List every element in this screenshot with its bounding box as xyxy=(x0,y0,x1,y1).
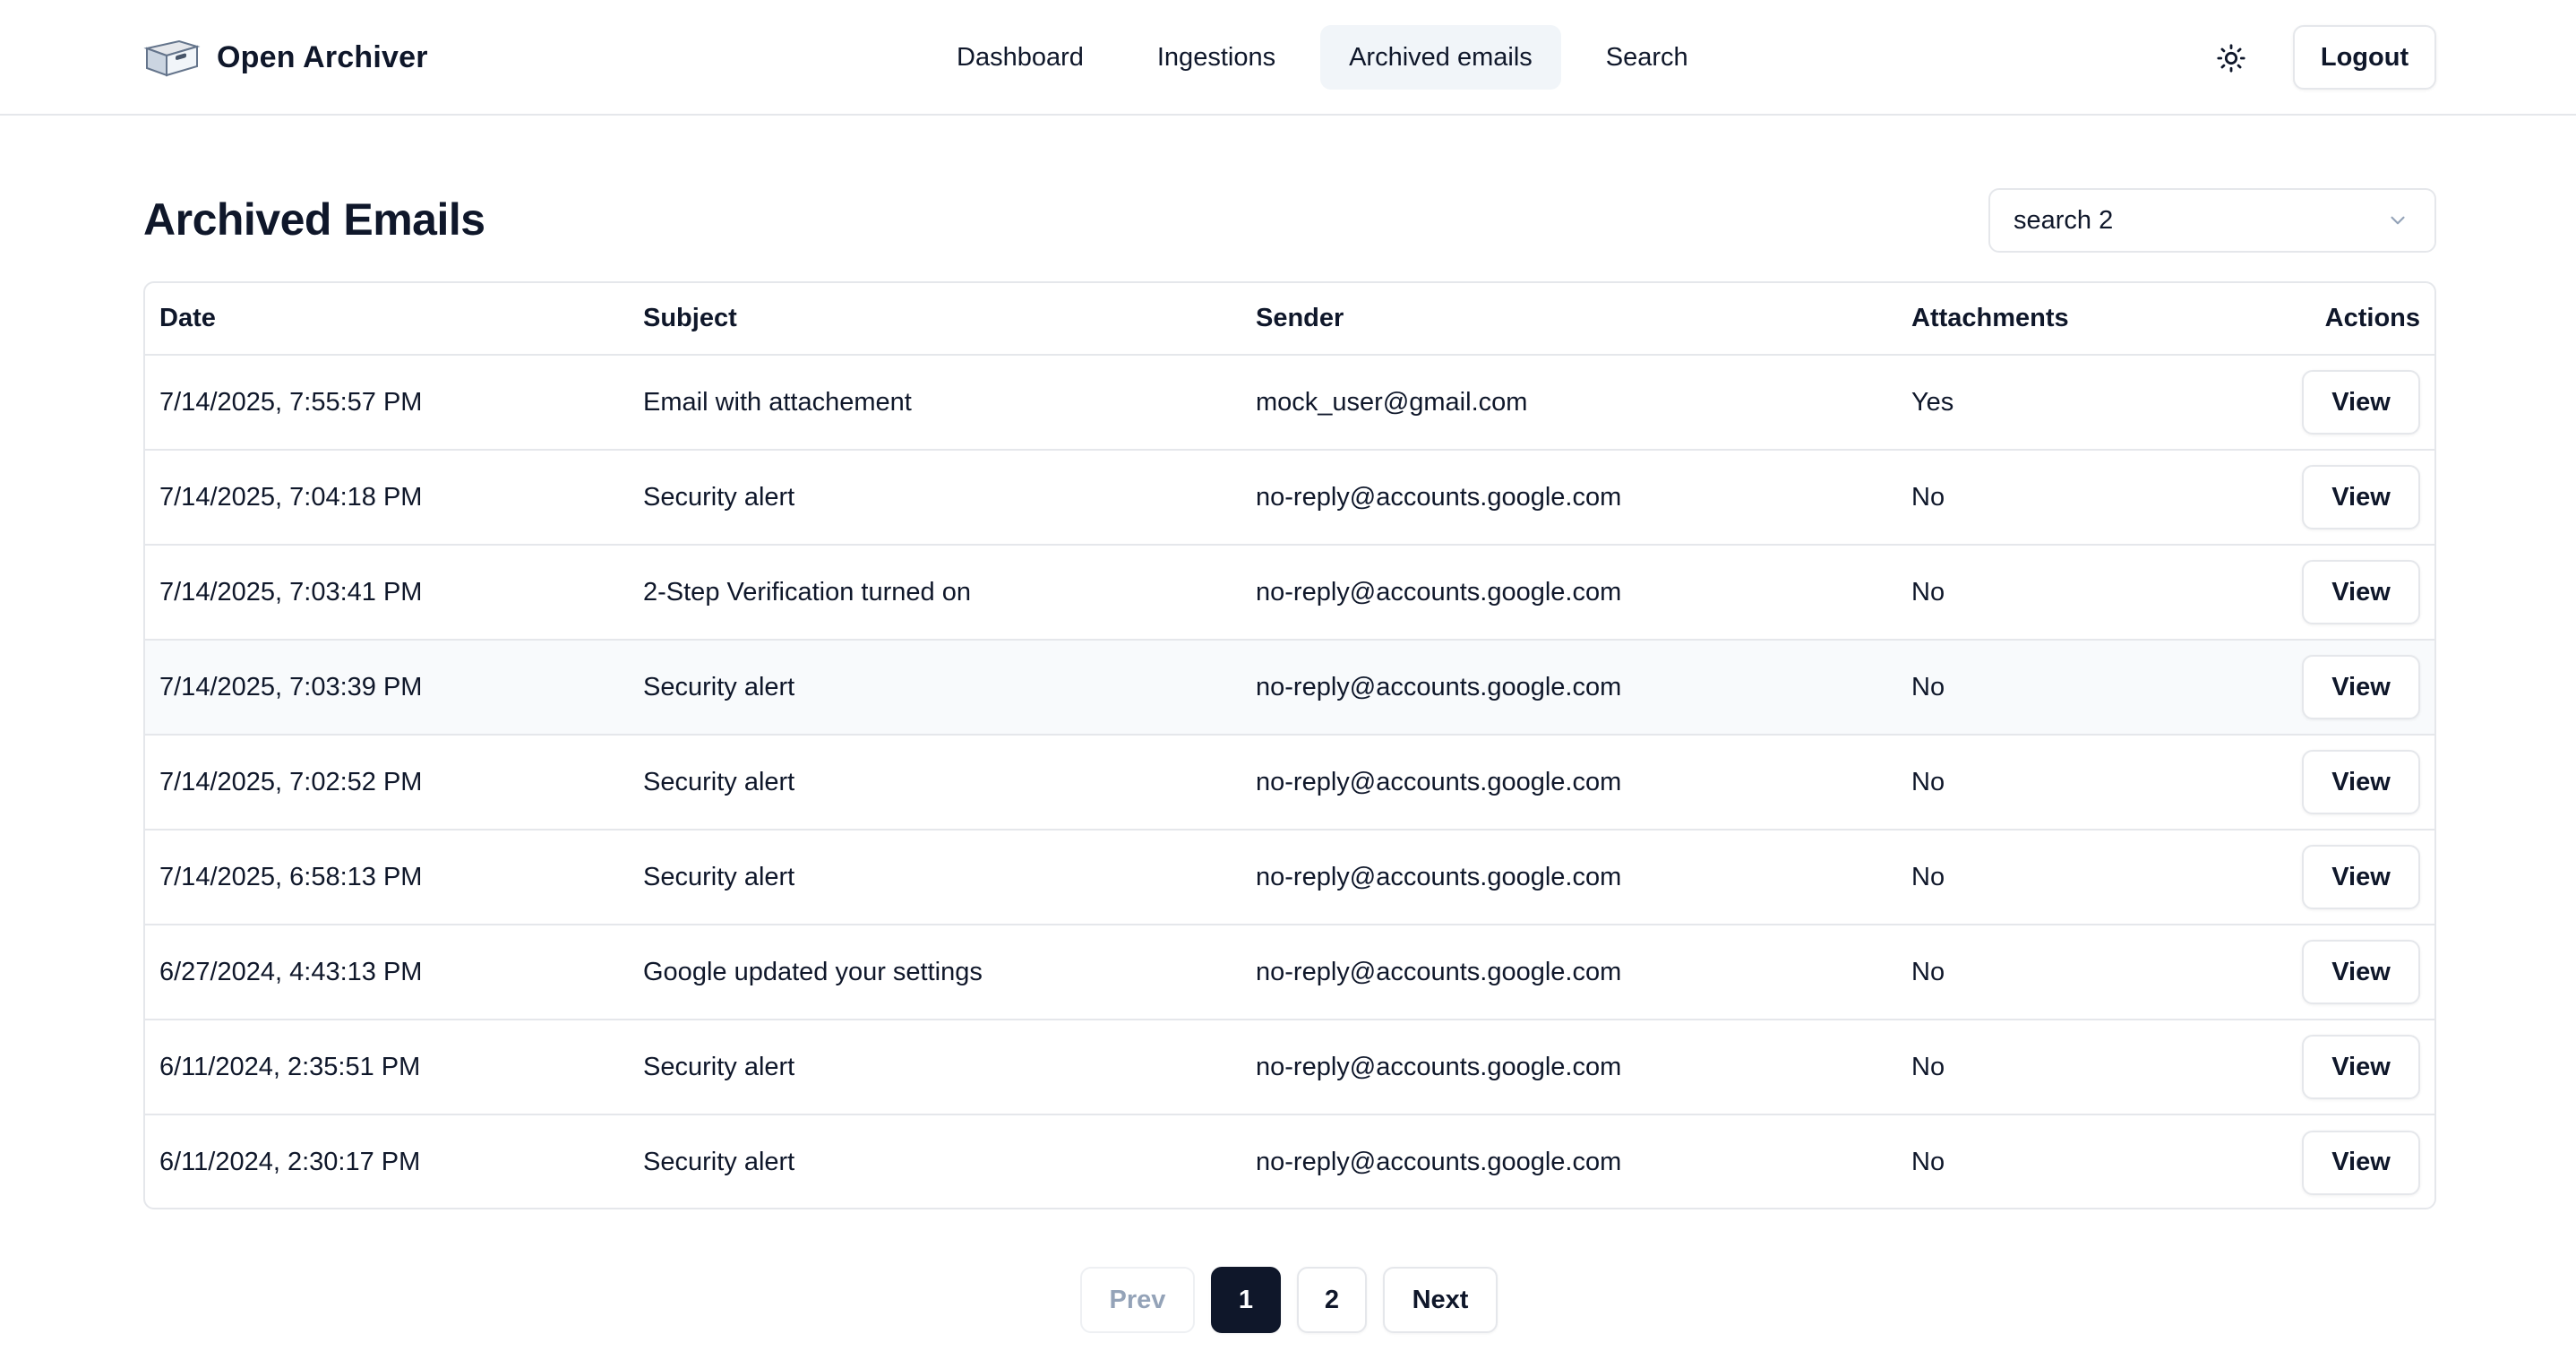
column-header-date: Date xyxy=(145,283,629,356)
cell-subject: Security alert xyxy=(629,735,1241,830)
logout-button[interactable]: Logout xyxy=(2293,25,2436,90)
view-button[interactable]: View xyxy=(2302,370,2420,435)
table-header-row: Date Subject Sender Attachments Actions xyxy=(145,283,2434,356)
cell-attachments: No xyxy=(1911,1148,1945,1176)
nav-archived-emails[interactable]: Archived emails xyxy=(1320,25,1561,90)
column-header-subject: Subject xyxy=(629,283,1241,356)
view-button[interactable]: View xyxy=(2302,465,2420,529)
theme-toggle-button[interactable] xyxy=(2205,32,2257,84)
cell-sender: no-reply@accounts.google.com xyxy=(1241,640,1897,736)
ingestion-source-select[interactable]: search 2 xyxy=(1988,188,2436,253)
top-header: Open Archiver Dashboard Ingestions Archi… xyxy=(0,0,2576,116)
cell-date: 7/14/2025, 7:04:18 PM xyxy=(145,450,629,546)
column-header-attachments: Attachments xyxy=(1897,283,2220,356)
cell-actions: View xyxy=(2220,450,2434,546)
cell-actions: View xyxy=(2220,1114,2434,1208)
cell-subject: Security alert xyxy=(629,450,1241,546)
cell-actions: View xyxy=(2220,925,2434,1020)
column-header-actions: Actions xyxy=(2220,283,2434,356)
cell-actions: View xyxy=(2220,640,2434,736)
cell-sender: mock_user@gmail.com xyxy=(1241,355,1897,451)
page-1-button[interactable]: 1 xyxy=(1211,1267,1281,1333)
table-row: 7/14/2025, 7:03:41 PM 2-Step Verificatio… xyxy=(145,545,2434,641)
cell-actions: View xyxy=(2220,735,2434,830)
page-title: Archived Emails xyxy=(143,194,485,245)
cell-sender: no-reply@accounts.google.com xyxy=(1241,450,1897,546)
cell-actions: View xyxy=(2220,1020,2434,1115)
main-nav: Dashboard Ingestions Archived emails Sea… xyxy=(928,25,1717,90)
cell-date: 7/14/2025, 7:03:39 PM xyxy=(145,640,629,736)
cell-sender: no-reply@accounts.google.com xyxy=(1241,735,1897,830)
brand[interactable]: Open Archiver xyxy=(143,34,428,81)
cell-actions: View xyxy=(2220,355,2434,451)
archive-box-logo-icon xyxy=(143,39,201,77)
table-row: 6/11/2024, 2:30:17 PM Security alert no-… xyxy=(145,1114,2434,1208)
app-name: Open Archiver xyxy=(217,39,428,74)
cell-attachments: No xyxy=(1897,830,2220,925)
cell-sender: no-reply@accounts.google.com xyxy=(1241,1020,1897,1115)
table-row: 7/14/2025, 6:58:13 PM Security alert no-… xyxy=(145,830,2434,925)
cell-subject: Security alert xyxy=(629,1020,1241,1115)
cell-date: 7/14/2025, 6:58:13 PM xyxy=(145,830,629,925)
cell-subject: Email with attachement xyxy=(629,355,1241,451)
column-header-sender: Sender xyxy=(1241,283,1897,356)
cell-attachments: No xyxy=(1897,925,2220,1020)
cell-actions: View xyxy=(2220,545,2434,641)
cell-sender: no-reply@accounts.google.com xyxy=(1241,545,1897,641)
view-button[interactable]: View xyxy=(2302,940,2420,1004)
table-row: 6/27/2024, 4:43:13 PM Google updated you… xyxy=(145,925,2434,1020)
view-button[interactable]: View xyxy=(2302,845,2420,909)
select-value: search 2 xyxy=(2014,205,2114,235)
table-row: 7/14/2025, 7:04:18 PM Security alert no-… xyxy=(145,450,2434,546)
cell-date: 6/11/2024, 2:30:17 PM xyxy=(159,1148,421,1176)
view-button[interactable]: View xyxy=(2302,560,2420,624)
view-button[interactable]: View xyxy=(2302,655,2420,719)
sun-icon xyxy=(2217,44,2245,73)
cell-sender: no-reply@accounts.google.com xyxy=(1241,925,1897,1020)
cell-subject: 2-Step Verification turned on xyxy=(629,545,1241,641)
cell-attachments: No xyxy=(1897,545,2220,641)
table-row: 7/14/2025, 7:55:57 PM Email with attache… xyxy=(145,355,2434,451)
nav-dashboard[interactable]: Dashboard xyxy=(928,25,1112,90)
cell-date: 7/14/2025, 7:55:57 PM xyxy=(145,355,629,451)
cell-attachments: No xyxy=(1897,640,2220,736)
cell-date: 7/14/2025, 7:03:41 PM xyxy=(145,545,629,641)
table-row: 6/11/2024, 2:35:51 PM Security alert no-… xyxy=(145,1020,2434,1115)
chevron-down-icon xyxy=(2391,216,2405,225)
nav-ingestions[interactable]: Ingestions xyxy=(1129,25,1304,90)
table-row: 7/14/2025, 7:03:39 PM Security alert no-… xyxy=(145,640,2434,736)
view-button[interactable]: View xyxy=(2302,1035,2420,1099)
cell-sender: no-reply@accounts.google.com xyxy=(1256,1148,1622,1176)
cell-attachments: No xyxy=(1897,450,2220,546)
nav-search[interactable]: Search xyxy=(1577,25,1717,90)
cell-attachments: Yes xyxy=(1897,355,2220,451)
cell-subject: Security alert xyxy=(643,1148,795,1176)
page-2-button[interactable]: 2 xyxy=(1297,1267,1367,1333)
pagination: Prev 1 2 Next xyxy=(1080,1267,1498,1333)
view-button[interactable]: View xyxy=(2302,1130,2420,1195)
next-page-button[interactable]: Next xyxy=(1383,1267,1498,1333)
cell-subject: Google updated your settings xyxy=(629,925,1241,1020)
table-row: 7/14/2025, 7:02:52 PM Security alert no-… xyxy=(145,735,2434,830)
cell-sender: no-reply@accounts.google.com xyxy=(1241,830,1897,925)
cell-date: 7/14/2025, 7:02:52 PM xyxy=(145,735,629,830)
cell-subject: Security alert xyxy=(629,830,1241,925)
cell-subject: Security alert xyxy=(629,640,1241,736)
prev-page-button[interactable]: Prev xyxy=(1080,1267,1195,1333)
cell-date: 6/27/2024, 4:43:13 PM xyxy=(145,925,629,1020)
cell-date: 6/11/2024, 2:35:51 PM xyxy=(145,1020,629,1115)
cell-actions: View xyxy=(2220,830,2434,925)
cell-attachments: No xyxy=(1897,1020,2220,1115)
view-button[interactable]: View xyxy=(2302,750,2420,814)
cell-attachments: No xyxy=(1897,735,2220,830)
emails-table: Date Subject Sender Attachments Actions … xyxy=(143,281,2436,1209)
